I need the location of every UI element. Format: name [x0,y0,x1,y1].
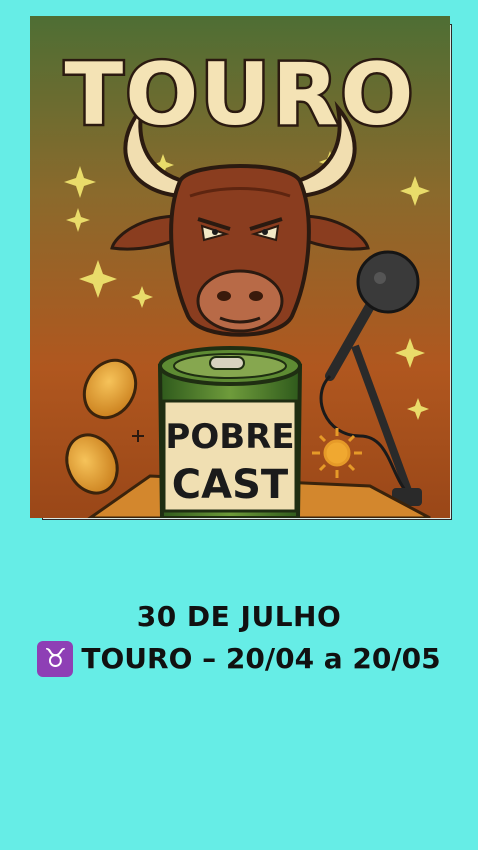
cover-title: TOURO [65,45,416,145]
bull-head [169,164,311,337]
taurus-sign-icon: ♉ [37,641,74,677]
can-label-line2: CAST [172,462,289,508]
podcast-cover-card: POBRE CAST TOURO [30,16,452,520]
cover-illustration: POBRE CAST TOURO [30,16,450,518]
episode-date: 30 DE JULHO [136,600,342,633]
pobre-cast-can: POBRE CAST [157,346,303,518]
sign-date-range: TOURO – 20/04 a 20/05 [81,642,441,675]
can-label-line1: POBRE [165,417,294,457]
episode-sign-line: ♉ TOURO – 20/04 a 20/05 [0,636,478,682]
episode-caption: 30 DE JULHO ♉ TOURO – 20/04 a 20/05 [0,598,478,682]
